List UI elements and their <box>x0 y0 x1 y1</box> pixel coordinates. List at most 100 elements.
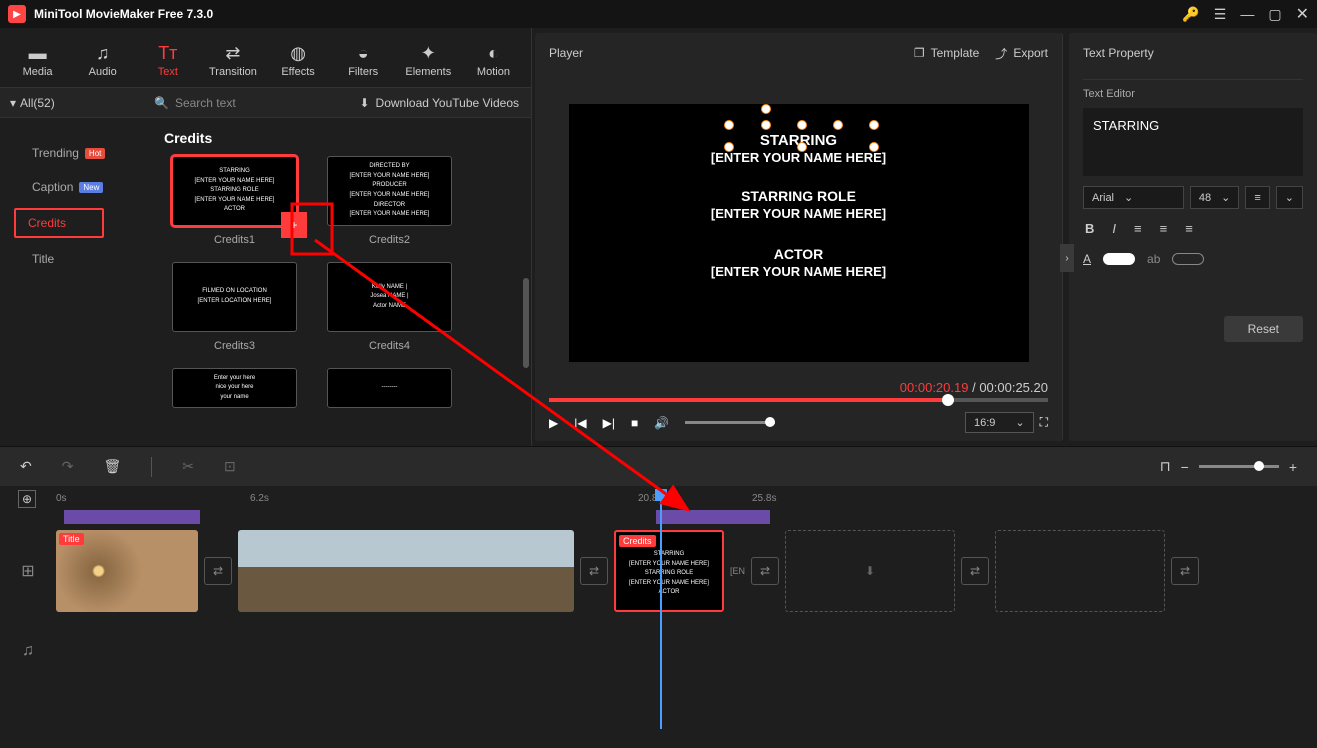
zoom-slider[interactable] <box>1199 465 1279 468</box>
handle-icon[interactable] <box>833 120 843 130</box>
tab-filters[interactable]: ◒Filters <box>332 35 395 87</box>
aspect-select[interactable]: 16:9⌄ <box>965 412 1034 433</box>
playhead[interactable] <box>660 489 662 729</box>
volume-slider[interactable] <box>685 421 775 424</box>
close-icon[interactable]: ✕ <box>1296 4 1309 24</box>
folder-icon: ▬ <box>29 43 47 64</box>
player-panel: Player ❐Template ⤴Export STARRING [ENTER… <box>535 33 1063 441</box>
transition-slot[interactable]: ⇄ <box>751 557 779 585</box>
font-select[interactable]: Arial⌄ <box>1083 186 1184 209</box>
browser-panel: ▬Media ♫Audio TᴛText ⇄Transition ◍Effect… <box>0 28 532 446</box>
crop-button[interactable]: ⊡ <box>224 458 236 475</box>
asset-credits3[interactable]: FILMED ON LOCATION [ENTER LOCATION HERE]… <box>172 262 297 364</box>
handle-icon[interactable] <box>869 142 879 152</box>
credits-clip[interactable]: Credits STARRING [ENTER YOUR NAME HERE] … <box>614 530 724 612</box>
handle-icon[interactable] <box>797 120 807 130</box>
asset-credits6[interactable]: -------- <box>327 368 452 408</box>
handle-icon[interactable] <box>724 142 734 152</box>
align-left-button[interactable]: ≡ <box>1134 221 1142 236</box>
italic-button[interactable]: I <box>1112 221 1116 236</box>
reset-button[interactable]: Reset <box>1224 316 1303 342</box>
video-preview[interactable]: STARRING [ENTER YOUR NAME HERE] STARRING… <box>569 104 1029 362</box>
bold-button[interactable]: B <box>1085 221 1094 236</box>
maximize-icon[interactable]: ▢ <box>1268 6 1281 23</box>
transition-slot[interactable]: ⇄ <box>580 557 608 585</box>
play-icon[interactable]: ▶ <box>549 416 558 430</box>
download-youtube-button[interactable]: ⬇ Download YouTube Videos <box>347 96 531 110</box>
template-button[interactable]: ❐Template <box>914 45 979 62</box>
add-button[interactable]: + <box>284 215 304 235</box>
handle-icon[interactable] <box>869 120 879 130</box>
spacing-button[interactable]: ≡ <box>1245 186 1269 209</box>
minimize-icon[interactable]: — <box>1240 6 1254 22</box>
music-icon: ♫ <box>96 43 110 64</box>
sidebar-item-trending[interactable]: TrendingHot <box>20 140 134 166</box>
transition-slot[interactable]: ⇄ <box>1171 557 1199 585</box>
undo-button[interactable]: ↶ <box>20 458 32 475</box>
tab-audio[interactable]: ♫Audio <box>71 35 134 87</box>
template-icon: ❐ <box>914 46 925 60</box>
highlight-swatch[interactable] <box>1172 253 1204 265</box>
menu-icon[interactable]: ☰ <box>1214 6 1227 23</box>
sidebar-item-title[interactable]: Title <box>20 246 134 272</box>
time-current: 00:00:20.19 <box>900 380 969 395</box>
next-frame-icon[interactable]: ▶| <box>603 416 615 430</box>
placeholder-clip[interactable] <box>995 530 1165 612</box>
category-all[interactable]: ▾ All(52) <box>0 96 144 110</box>
asset-credits2[interactable]: DIRECTED BY [ENTER YOUR NAME HERE] PRODU… <box>327 156 452 258</box>
cut-button[interactable]: ✂ <box>182 458 194 475</box>
tab-motion[interactable]: ◐Motion <box>462 35 525 87</box>
align-right-button[interactable]: ≡ <box>1185 221 1193 236</box>
handle-icon[interactable] <box>724 120 734 130</box>
motion-icon: ◐ <box>488 43 499 64</box>
size-select[interactable]: 48⌄ <box>1190 186 1239 209</box>
filters-icon: ◒ <box>358 43 369 64</box>
zoom-out-button[interactable]: − <box>1181 459 1189 475</box>
more-button[interactable]: ⌄ <box>1276 186 1303 209</box>
sidebar-item-caption[interactable]: CaptionNew <box>20 174 134 200</box>
video-clip-1[interactable]: Title <box>56 530 198 612</box>
fullscreen-icon[interactable]: ⛶ <box>1040 415 1048 430</box>
transition-slot[interactable]: ⇄ <box>204 557 232 585</box>
align-center-button[interactable]: ≡ <box>1160 221 1168 236</box>
handle-icon[interactable] <box>761 104 771 114</box>
collapse-panel-button[interactable]: › <box>1060 244 1074 272</box>
placeholder-clip[interactable]: ⬇ <box>785 530 955 612</box>
key-icon[interactable]: 🔑 <box>1182 6 1199 23</box>
volume-icon[interactable]: 🔊 <box>654 416 669 430</box>
text-editor-input[interactable]: STARRING <box>1083 108 1303 176</box>
title-bar: ▶ MiniTool MovieMaker Free 7.3.0 🔑 ☰ — ▢… <box>0 0 1317 28</box>
export-button[interactable]: ⤴Export <box>995 45 1048 62</box>
delete-button[interactable]: 🗑 <box>103 458 121 475</box>
handle-icon[interactable] <box>797 142 807 152</box>
tab-media[interactable]: ▬Media <box>6 35 69 87</box>
highlight-icon[interactable]: ab <box>1147 252 1160 266</box>
timeline[interactable]: ⊕ 0s 6.2s 20.8s 25.8s ⊞ Title ⇄ ⇄ Credit… <box>0 486 1317 748</box>
prev-frame-icon[interactable]: |◀ <box>574 416 586 430</box>
tab-elements[interactable]: ✦Elements <box>397 35 460 87</box>
progress-slider[interactable]: 00:00:20.19 / 00:00:25.20 <box>549 398 1048 402</box>
text-color-icon[interactable]: A <box>1083 252 1091 266</box>
stop-icon[interactable]: ■ <box>631 416 638 430</box>
tab-effects[interactable]: ◍Effects <box>267 35 330 87</box>
search-input[interactable]: 🔍 Search text <box>144 96 347 110</box>
search-icon: 🔍 <box>154 96 169 110</box>
chevron-down-icon: ⌄ <box>1221 191 1230 204</box>
video-clip-2[interactable] <box>238 530 574 612</box>
credits-track-clip[interactable] <box>656 510 770 524</box>
asset-credits5[interactable]: Enter your here nice your here your name <box>172 368 297 408</box>
zoom-in-button[interactable]: + <box>1289 459 1297 475</box>
sidebar-item-credits[interactable]: Credits <box>14 208 104 238</box>
tab-text[interactable]: TᴛText <box>136 35 199 87</box>
text-color-swatch[interactable] <box>1103 253 1135 265</box>
scrollbar[interactable] <box>523 208 529 408</box>
handle-icon[interactable] <box>761 120 771 130</box>
title-track-clip[interactable] <box>64 510 200 524</box>
asset-credits4[interactable]: Kelly NAME | Josea NAME | Actor NAME Cre… <box>327 262 452 364</box>
transition-slot[interactable]: ⇄ <box>961 557 989 585</box>
tab-transition[interactable]: ⇄Transition <box>201 35 264 87</box>
magnet-icon[interactable]: ⊓ <box>1160 458 1171 475</box>
add-track-button[interactable]: ⊕ <box>18 490 36 508</box>
redo-button[interactable]: ↷ <box>62 458 74 475</box>
asset-credits1[interactable]: STARRING [ENTER YOUR NAME HERE] STARRING… <box>172 156 297 258</box>
